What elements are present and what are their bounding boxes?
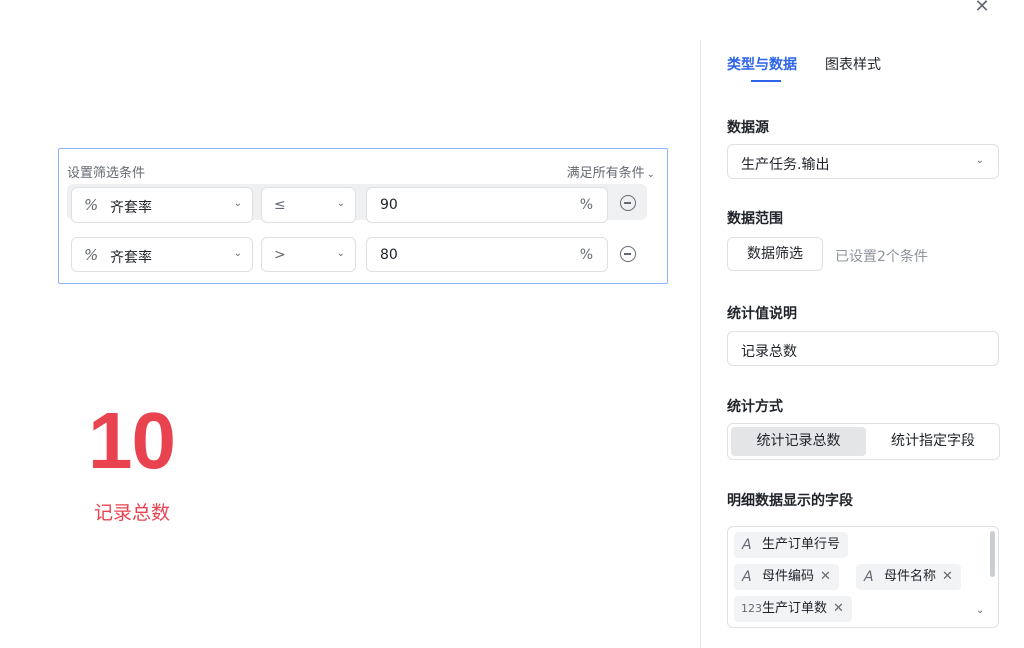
stat-desc-input[interactable]: 记录总数 — [727, 331, 999, 366]
condition-operator-select[interactable]: > ⌄ — [261, 237, 356, 272]
filter-title: 设置筛选条件 — [67, 166, 146, 181]
condition-value: 90 — [380, 197, 398, 213]
tab-chart-style[interactable]: 图表样式 — [825, 54, 881, 74]
filter-status-text: 已设置2个条件 — [835, 249, 928, 265]
field-chip: A 生产订单行号 — [734, 532, 849, 558]
detail-fields-select[interactable]: A 生产订单行号 A 母件编码 ✕ A 母件名称 ✕ 123 生产订单数 ✕ ⌄ — [727, 526, 999, 628]
condition-unit: % — [579, 247, 593, 263]
stat-method-segmented: 统计记录总数 统计指定字段 — [727, 423, 1000, 460]
field-chip-label: 生产订单行号 — [762, 537, 841, 552]
field-chip: 123 生产订单数 ✕ — [734, 596, 852, 622]
field-chip-label: 母件名称 — [884, 569, 937, 584]
stat-label: 记录总数 — [94, 502, 171, 524]
field-chip-label: 生产订单数 — [762, 601, 828, 616]
field-chip: A 母件名称 ✕ — [856, 564, 961, 590]
stat-desc-heading: 统计值说明 — [727, 306, 797, 322]
number-field-icon: 123 — [741, 602, 762, 615]
chevron-down-icon: ⌄ — [976, 605, 985, 616]
percent-field-icon: % — [84, 246, 99, 264]
data-source-select[interactable]: 生产任务.输出 ⌄ — [727, 144, 999, 179]
condition-row: % 齐套率 ⌄ > ⌄ 80 % — [67, 235, 647, 272]
chevron-down-icon: ⌄ — [336, 198, 345, 209]
stat-desc-value: 记录总数 — [741, 344, 797, 360]
data-filter-button[interactable]: 数据筛选 — [727, 237, 823, 271]
data-source-value: 生产任务.输出 — [741, 157, 830, 173]
condition-row: % 齐套率 ⌄ ≤ ⌄ 90 % — [67, 184, 647, 223]
text-field-icon: A — [742, 537, 752, 553]
stat-value: 10 — [88, 396, 176, 485]
chevron-down-icon: ⌄ — [233, 198, 242, 209]
match-mode-dropdown[interactable]: 满足所有条件 ⌄ — [567, 162, 655, 181]
stat-method-field[interactable]: 统计指定字段 — [868, 427, 998, 456]
filter-panel: 设置筛选条件 满足所有条件 ⌄ % 齐套率 ⌄ ≤ ⌄ 90 % % 齐套率 ⌄ … — [58, 148, 668, 284]
condition-value: 80 — [380, 247, 398, 263]
condition-value-input[interactable]: 90 % — [366, 187, 608, 223]
remove-condition-icon[interactable] — [620, 195, 636, 211]
condition-field-label: 齐套率 — [110, 250, 152, 266]
condition-unit: % — [579, 197, 593, 213]
stat-method-count-records[interactable]: 统计记录总数 — [731, 427, 866, 456]
condition-value-input[interactable]: 80 % — [366, 237, 608, 272]
remove-chip-icon[interactable]: ✕ — [833, 601, 844, 616]
field-chip: A 母件编码 ✕ — [734, 564, 839, 590]
percent-field-icon: % — [84, 196, 99, 214]
data-source-heading: 数据源 — [727, 120, 769, 136]
chevron-down-icon: ⌄ — [975, 155, 984, 166]
chevron-down-icon: ⌄ — [336, 248, 345, 259]
fields-scrollbar[interactable] — [990, 531, 995, 577]
text-field-icon: A — [864, 569, 874, 585]
match-mode-label: 满足所有条件 — [566, 166, 645, 181]
condition-operator-label: ≤ — [274, 197, 286, 213]
condition-operator-label: > — [274, 247, 286, 263]
field-chip-label: 母件编码 — [762, 569, 815, 584]
detail-fields-heading: 明细数据显示的字段 — [727, 493, 853, 509]
condition-field-select[interactable]: % 齐套率 ⌄ — [71, 187, 253, 223]
chevron-down-icon: ⌄ — [233, 248, 242, 259]
active-tab-indicator — [751, 80, 781, 82]
close-icon: ✕ — [974, 0, 990, 17]
config-panel: 类型与数据 图表样式 数据源 生产任务.输出 ⌄ 数据范围 数据筛选 已设置2个… — [700, 40, 1024, 648]
chevron-down-icon: ⌄ — [646, 169, 655, 180]
text-field-icon: A — [742, 569, 752, 585]
condition-field-label: 齐套率 — [110, 200, 152, 216]
filter-header: 设置筛选条件 满足所有条件 ⌄ — [59, 149, 667, 185]
remove-chip-icon[interactable]: ✕ — [942, 569, 953, 584]
remove-chip-icon[interactable]: ✕ — [820, 569, 831, 584]
tab-type-data[interactable]: 类型与数据 — [727, 54, 797, 74]
close-button[interactable]: ✕ — [970, 0, 994, 18]
condition-operator-select[interactable]: ≤ ⌄ — [261, 187, 356, 223]
remove-condition-icon[interactable] — [620, 246, 636, 262]
stat-method-heading: 统计方式 — [727, 399, 783, 415]
data-range-heading: 数据范围 — [727, 211, 783, 227]
condition-field-select[interactable]: % 齐套率 ⌄ — [71, 237, 253, 272]
